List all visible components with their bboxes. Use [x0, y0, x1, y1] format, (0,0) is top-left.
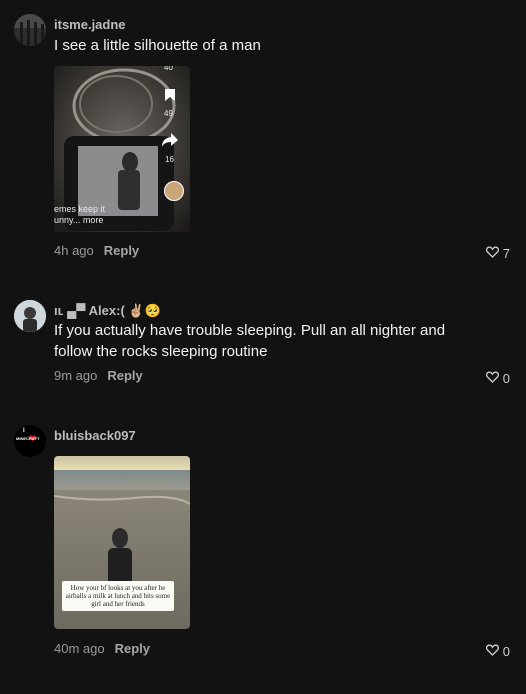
- comment-time: 40m ago: [54, 641, 105, 656]
- username-text: ıʟ ▄▀ Alex:(: [54, 303, 125, 318]
- comment-text: I see a little silhouette of a man: [54, 37, 261, 54]
- comment-time: 9m ago: [54, 368, 98, 383]
- username-emojis: ✌🏼🥺: [128, 303, 161, 318]
- avatar[interactable]: [14, 300, 46, 332]
- heart-icon: [485, 644, 499, 659]
- avatar-image: [14, 300, 46, 332]
- comment-username[interactable]: itsme.jadne: [54, 17, 126, 32]
- overlay-count-top: 40: [164, 66, 173, 72]
- comment-text: If you actually have trouble sleeping. P…: [54, 320, 494, 362]
- comment-text-line2: follow the rocks sleeping routine: [54, 343, 268, 360]
- like-count: 7: [502, 246, 510, 261]
- like-count: 0: [502, 371, 510, 386]
- share-count: 16: [165, 155, 174, 164]
- like-button[interactable]: 0: [485, 644, 510, 659]
- comment-meta: 9m ago Reply: [54, 368, 143, 383]
- video-caption: How your bf looks at you after he airbal…: [62, 581, 174, 611]
- comment-text-line1: If you actually have trouble sleeping. P…: [54, 322, 446, 339]
- comment-meta: 40m ago Reply: [54, 641, 150, 656]
- reply-button[interactable]: Reply: [107, 368, 142, 383]
- heart-icon: [485, 371, 499, 386]
- heart-icon: [485, 246, 499, 261]
- comment-username[interactable]: bluisback097: [54, 428, 136, 443]
- reply-button[interactable]: Reply: [115, 641, 150, 656]
- avatar-text-bottom: MINECRAFT: [16, 436, 40, 441]
- creator-avatar: [164, 181, 184, 201]
- like-count: 0: [502, 644, 510, 659]
- avatar-image: [14, 14, 46, 46]
- bookmark-count: 49: [164, 109, 173, 118]
- like-button[interactable]: 0: [485, 371, 510, 386]
- video-thumbnail[interactable]: How your bf looks at you after he airbal…: [54, 456, 190, 629]
- overlay-caption-line2: unny... more: [54, 215, 104, 225]
- overlay-caption-line1: emes keep it: [54, 204, 106, 214]
- bookmark-icon: [164, 88, 176, 107]
- avatar[interactable]: I MINECRAFT: [14, 425, 46, 457]
- comment-meta: 4h ago Reply: [54, 243, 139, 258]
- video-thumbnail[interactable]: 40 49 16 emes keep it unny... more: [54, 66, 190, 232]
- like-button[interactable]: 7: [485, 246, 510, 261]
- comment-username[interactable]: ıʟ ▄▀ Alex:( ✌🏼🥺: [54, 303, 161, 319]
- avatar[interactable]: [14, 14, 46, 46]
- share-icon: [161, 132, 179, 153]
- comment-time: 4h ago: [54, 243, 94, 258]
- reply-button[interactable]: Reply: [104, 243, 139, 258]
- avatar-text-top: I: [23, 428, 25, 434]
